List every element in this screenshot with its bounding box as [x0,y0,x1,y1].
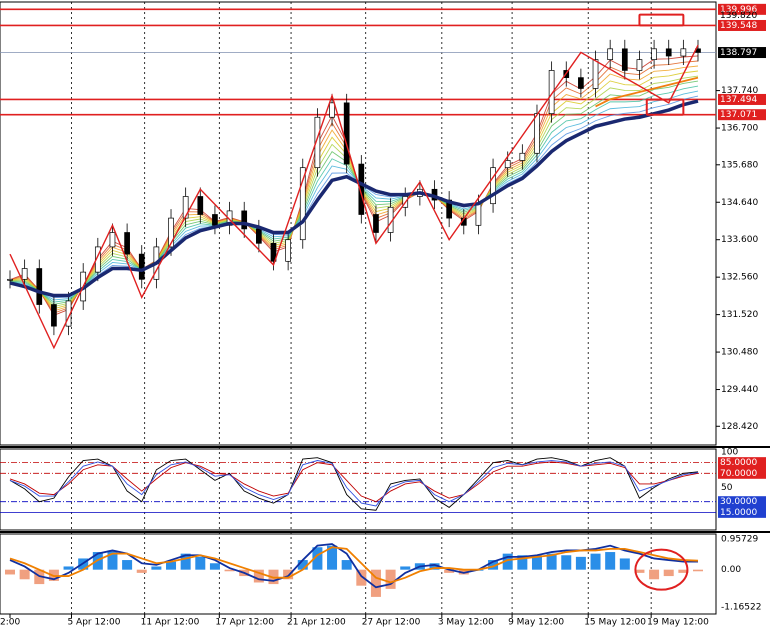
stochastic-y-label: 85.0000 [720,458,757,468]
ma-band-line [9,70,699,310]
price-tag-label: 137.494 [720,95,757,105]
annotation-box [638,13,685,27]
candle-body [519,152,526,161]
x-tick-label: 2:00 [0,618,20,628]
chart-window: 128.420 129.440 130.480 131.520 132.560 133.6… [0,0,770,635]
histogram-bar [5,569,15,575]
candle-body [592,59,599,89]
candle-body [490,167,496,205]
histogram-bar [619,558,630,570]
x-tick-label: 11 Apr 12:00 [141,618,200,628]
candle-body [343,102,350,165]
candle-body [138,253,145,280]
y-tick-label: 136.700 [721,124,758,134]
candle-body [21,268,28,280]
stochastic-y-label: 50 [721,483,733,493]
candle-body [504,160,511,169]
candle-body [665,48,672,57]
candle-body [680,48,687,57]
x-tick-label: 5 Apr 12:00 [67,618,120,628]
x-tick-label: 19 May 12:00 [647,618,709,628]
candle-body [256,228,262,244]
stochastic-y-label: 70.0000 [720,469,757,479]
ma-band-line [9,55,699,316]
x-tick-label: 21 Apr 12:00 [287,618,346,628]
y-tick-label: 129.440 [721,385,758,395]
candle-body [109,232,116,248]
candle-body [7,278,13,281]
histogram-bar [19,569,30,580]
x-tick-label: 27 Apr 12:00 [362,618,421,628]
candle-body [124,232,130,255]
price-tag-label: 137.071 [720,110,757,120]
histogram-bar [385,569,396,589]
chart-canvas[interactable]: 128.420 129.440 130.480 131.520 132.560 133.6… [0,0,770,635]
candle-body [373,214,379,233]
histogram-bar [209,563,220,570]
x-tick-label: 3 May 12:00 [438,618,494,628]
histogram-bar [151,566,162,570]
y-tick-label: 133.600 [721,235,758,245]
x-tick-label: 9 May 12:00 [508,618,564,628]
ma-band-line [9,65,699,312]
candle-body [241,210,248,230]
y-tick-label: 134.640 [721,198,758,208]
histogram-bar [561,555,572,570]
candle-body [578,77,584,89]
histogram-bar [122,560,133,570]
candle-body [534,113,540,154]
candle-body [329,102,335,118]
slow-ma-line [9,99,699,298]
histogram-bar [590,553,601,570]
histogram-bar [63,566,74,570]
y-tick-label: 135.680 [721,160,758,170]
histogram-bar [341,560,352,570]
histogram-bar [575,556,586,570]
stochastic-extra-line [9,460,699,507]
candle-body [36,268,43,305]
histogram-bar [663,569,674,577]
candle-body [197,196,204,215]
y-tick-label: 128.420 [721,422,758,432]
histogram-bar [136,569,147,573]
y-tick-label: 131.520 [721,310,758,320]
price-tag-label: 139.820 [720,11,757,21]
histogram-bar [693,569,703,572]
histogram-bar [649,569,660,580]
stochastic-main-line [9,457,699,511]
stochastic-y-label: 15.0000 [720,508,757,518]
zigzag-line [9,44,699,350]
candle-body [212,214,218,226]
price-tag-label: 139.548 [720,21,757,31]
histogram-bar [605,552,616,570]
y-tick-label: 130.480 [721,348,758,358]
price-tag-label: 138.797 [720,48,757,58]
candle-body [651,48,657,60]
histogram-bar [400,566,411,570]
stochastic-y-label: 30.0000 [720,497,757,507]
x-tick-label: 15 May 12:00 [584,618,646,628]
stochastic-panel-frame [0,448,717,531]
x-tick-label: 17 Apr 12:00 [215,618,274,628]
candle-body [636,59,643,71]
oscillator-y-label: 0.00 [721,565,741,575]
histogram-bar [195,556,206,570]
candle-body [51,304,57,327]
candle-body [475,203,482,226]
oscillator-y-label: -1.16522 [721,603,761,613]
y-tick-label: 132.560 [721,273,758,283]
candle-body [607,48,614,60]
candle-body [285,239,291,262]
oscillator-y-label: 0.95729 [721,535,758,545]
stochastic-y-label: 100 [721,448,738,458]
candle-body [621,48,628,71]
